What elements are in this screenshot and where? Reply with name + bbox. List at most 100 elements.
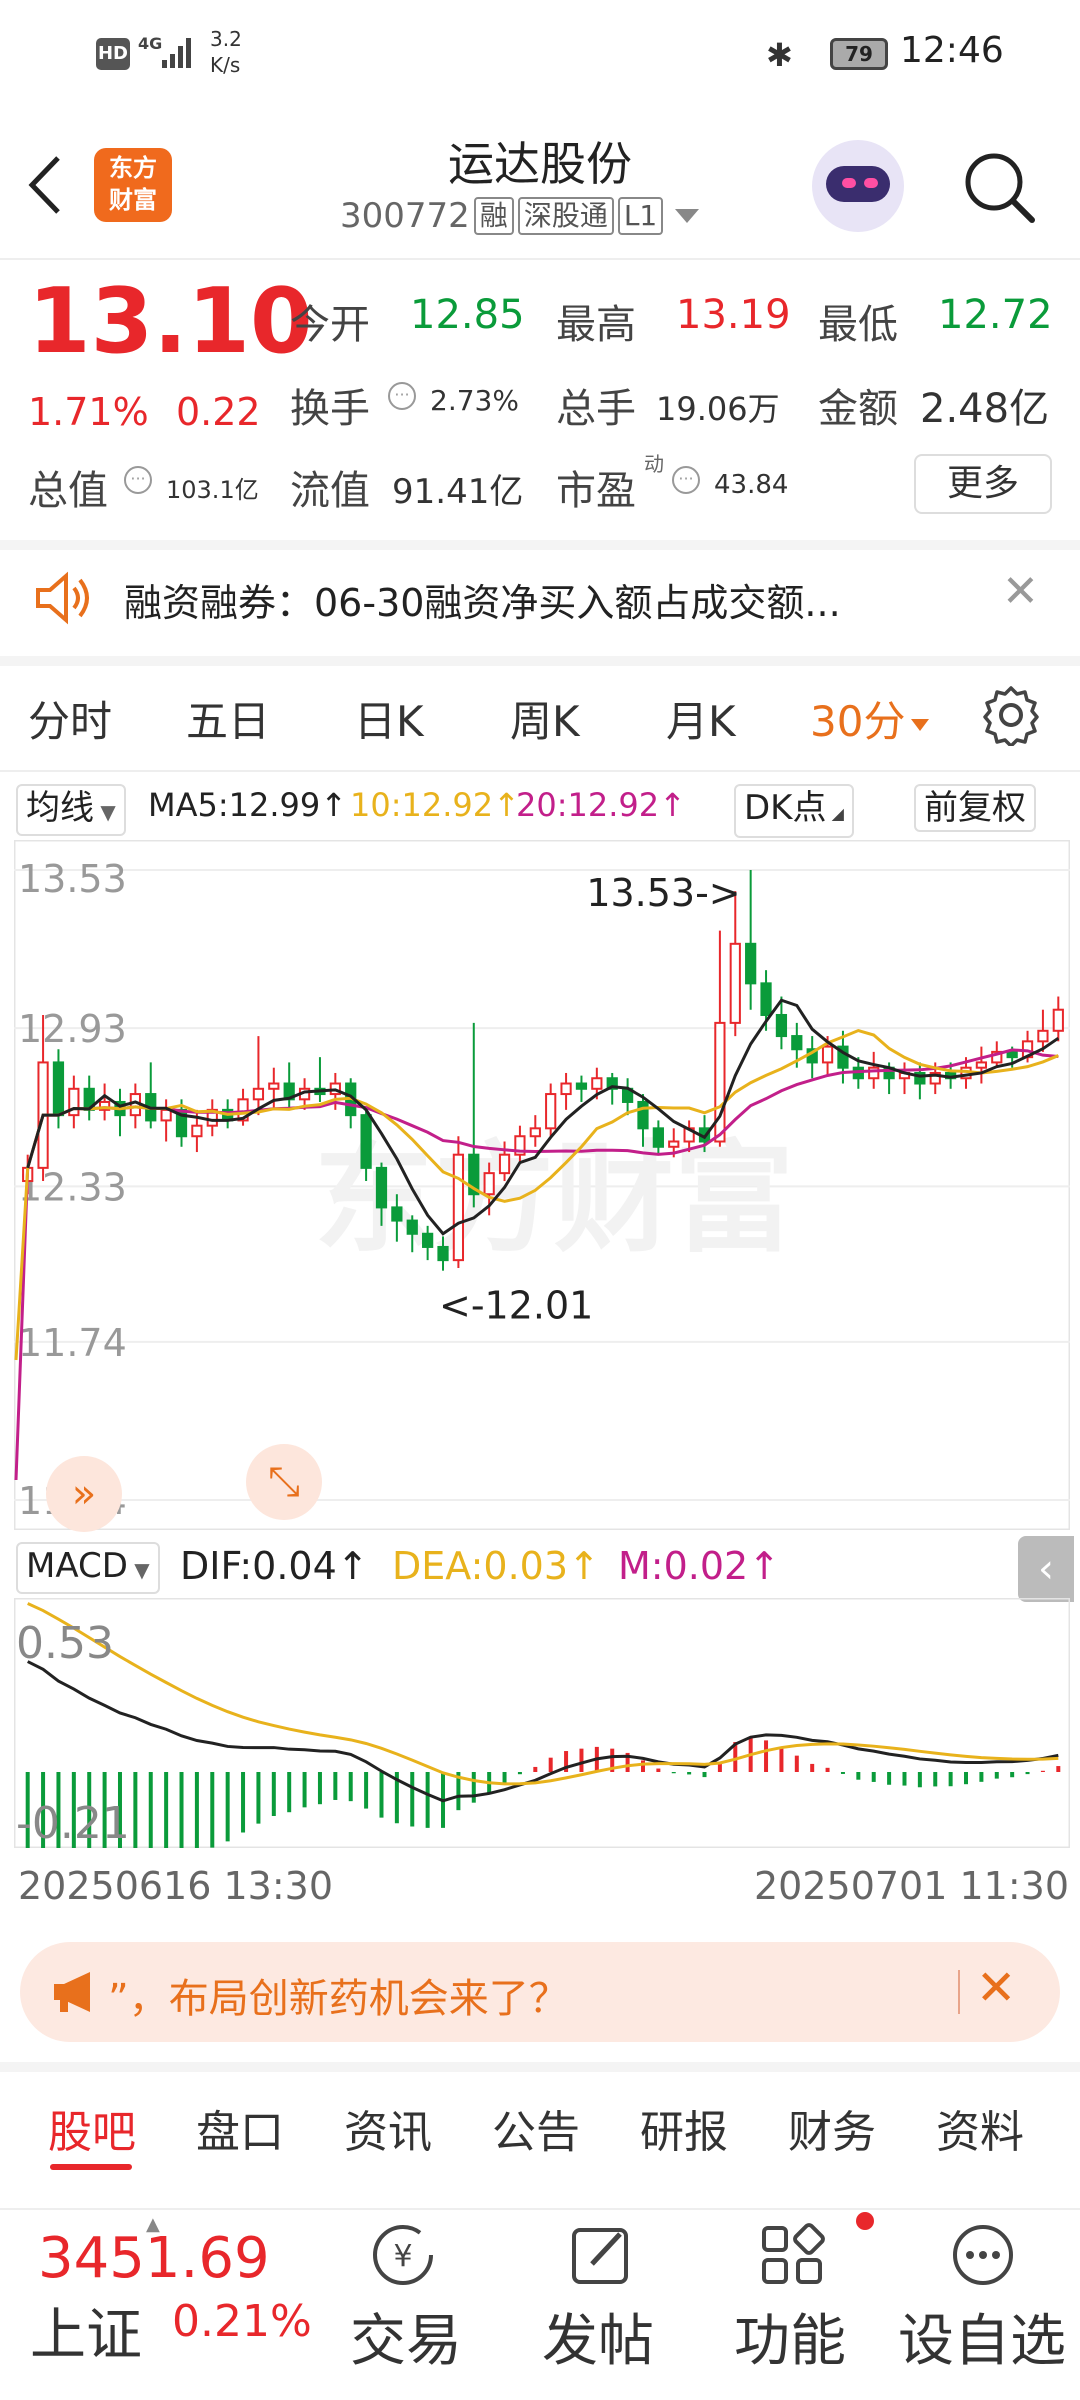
tab-profile[interactable]: 资料 — [936, 2096, 1024, 2160]
macd-select[interactable]: MACD ▼ — [16, 1542, 160, 1594]
candle — [729, 942, 741, 1024]
m-value: M:0.02↑ — [618, 1544, 781, 1588]
index-change[interactable]: 0.21% — [172, 2296, 312, 2347]
candle — [160, 1108, 172, 1122]
float-label: 流值 — [290, 468, 370, 514]
nav-trade[interactable]: ¥ 交易 — [338, 2214, 468, 2394]
margin-notice[interactable]: 融资融券：06-30融资净买入额占成交额... — [124, 572, 841, 627]
main-indicator-select[interactable]: 均线 ▼ — [16, 784, 126, 836]
candle — [975, 1061, 988, 1069]
nav-add-watchlist[interactable]: 设自选 — [894, 2214, 1074, 2394]
more-button[interactable]: 更多 — [914, 454, 1052, 514]
mcap-info-icon[interactable]: ··· — [124, 466, 152, 494]
candle — [714, 1021, 726, 1143]
tab-monthly-k[interactable]: 月K — [666, 688, 736, 749]
tab-intraday[interactable]: 分时 — [28, 688, 112, 749]
last-price: 13.10 — [28, 269, 313, 374]
tab-news[interactable]: 资讯 — [344, 2096, 432, 2160]
nav-label: 设自选 — [898, 2309, 1066, 2374]
change-amount: 0.22 — [176, 390, 261, 434]
macd-chart: 0.53 -0.21 — [14, 1598, 1070, 1848]
stock-code-row[interactable]: 300772 融 深股通 L1 — [340, 196, 700, 236]
tab-research[interactable]: 研报 — [640, 2096, 728, 2160]
tab-weekly-k[interactable]: 周K — [510, 688, 580, 749]
amount-value: 2.48亿 — [920, 386, 1050, 432]
yen-exchange-icon: ¥ — [373, 2225, 433, 2285]
low-annotation: <-12.01 — [439, 1284, 593, 1328]
index-value[interactable]: 3451.69 — [38, 2226, 270, 2291]
mcap-label: 总值 — [28, 468, 108, 514]
tag-connect: 深股通 — [517, 197, 614, 235]
network-type: 4G — [138, 34, 163, 53]
candle — [498, 1153, 511, 1175]
candlestick-chart[interactable]: 13.5312.9312.3311.7411.14东方财富13.53-><-12… — [14, 840, 1070, 1530]
pe-info-icon[interactable]: ··· — [672, 466, 700, 494]
divider — [0, 656, 1080, 666]
candle — [483, 1172, 495, 1196]
candle — [529, 1127, 541, 1138]
candle — [268, 1082, 280, 1090]
gear-icon[interactable] — [980, 684, 1042, 746]
high-value: 13.19 — [676, 292, 791, 338]
divider — [0, 2062, 1080, 2072]
close-notice-icon[interactable]: ✕ — [1002, 566, 1039, 617]
y-tick-label: 12.93 — [18, 1007, 127, 1051]
macd-tick-label: 0.53 — [16, 1618, 114, 1669]
tab-daily-k[interactable]: 日K — [354, 688, 424, 749]
collapse-icon[interactable]: » — [46, 1456, 122, 1532]
dropdown-arrow-icon — [675, 209, 700, 223]
index-name[interactable]: 上证 — [30, 2290, 142, 2371]
tab-30min[interactable]: 30分 — [810, 688, 930, 749]
network-speed: 3.2 K/s — [210, 27, 242, 77]
turnover-info-icon[interactable]: ··· — [388, 382, 416, 410]
grid-icon — [762, 2223, 825, 2284]
close-promo-icon[interactable]: ✕ — [976, 1960, 1016, 2016]
megaphone-icon — [54, 1972, 90, 2012]
high-label: 最高 — [556, 302, 636, 348]
low-label: 最低 — [818, 302, 898, 348]
amount-label: 金额 — [818, 386, 898, 432]
dropdown-arrow-icon — [911, 718, 930, 731]
pe-value: 43.84 — [714, 470, 789, 500]
candle — [391, 1206, 403, 1222]
assistant-avatar[interactable] — [812, 140, 904, 232]
signal-icon — [162, 38, 191, 68]
high-annotation: 13.53-> — [586, 871, 740, 915]
candle — [575, 1082, 588, 1090]
side-panel-toggle-icon[interactable]: ‹ — [1018, 1536, 1074, 1602]
tab-financials[interactable]: 财务 — [788, 2096, 876, 2160]
candle — [1006, 1050, 1018, 1059]
candle — [791, 1035, 803, 1051]
open-value: 12.85 — [410, 292, 525, 338]
candle — [406, 1219, 418, 1235]
tab-announcements[interactable]: 公告 — [492, 2096, 580, 2160]
tab-five-day[interactable]: 五日 — [186, 688, 270, 749]
expand-icon[interactable]: ⤡ — [246, 1444, 322, 1520]
hd-indicator: HD — [96, 38, 130, 70]
bluetooth-icon: ✱ — [766, 36, 793, 74]
candle — [360, 1114, 372, 1169]
y-tick-label: 11.74 — [18, 1321, 127, 1365]
nav-label: 交易 — [350, 2309, 462, 2374]
candle — [1052, 1008, 1064, 1032]
candle — [775, 1013, 788, 1038]
search-icon[interactable] — [960, 148, 1038, 226]
candle — [191, 1124, 203, 1138]
tag-margin: 融 — [473, 197, 514, 235]
nav-post[interactable]: 发帖 — [532, 2214, 662, 2394]
float-value: 91.41亿 — [392, 472, 524, 512]
candle — [452, 1153, 465, 1262]
x-axis-end: 20250701 11:30 — [754, 1864, 1070, 1908]
dk-point-button[interactable]: DK点 ◢ — [734, 784, 854, 838]
svg-text:¥: ¥ — [393, 2239, 412, 2274]
nav-label: 功能 — [734, 2309, 846, 2374]
candle — [745, 942, 757, 985]
tab-order-book[interactable]: 盘口 — [196, 2096, 284, 2160]
divider — [0, 770, 1080, 772]
nav-functions[interactable]: 功能 — [724, 2214, 854, 2394]
volume-value: 19.06万 — [656, 390, 780, 428]
adjust-button[interactable]: 前复权 — [914, 784, 1036, 832]
candle — [422, 1232, 434, 1248]
promo-text[interactable]: ”，布局创新药机会来了？ — [108, 1966, 569, 2024]
tab-forum[interactable]: 股吧 — [48, 2096, 136, 2160]
